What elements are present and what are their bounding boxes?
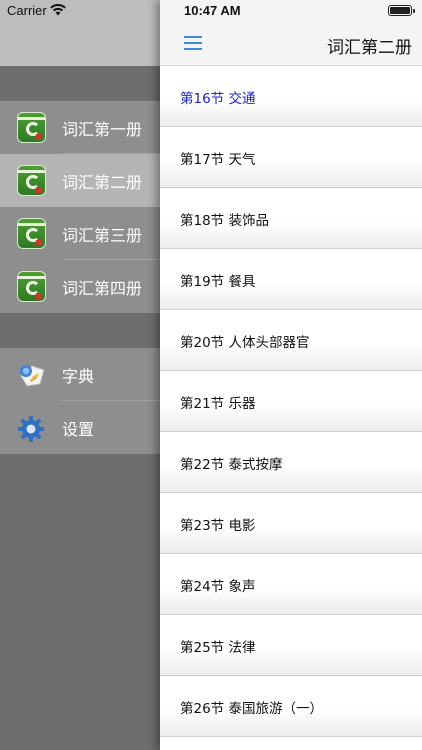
menu-item-book-4[interactable]: 词汇第四册 (0, 260, 160, 313)
menu-item-label: 词汇第四册 (62, 279, 143, 298)
menu-item-dictionary[interactable]: 字典 (0, 348, 160, 401)
list-item[interactable]: 第16节 交通 (160, 66, 422, 127)
lesson-list: 第16节 交通 第17节 天气 第18节 装饰品 第19节 餐具 第20节 人体… (160, 66, 422, 737)
lesson-label: 第25节 法律 (180, 640, 256, 656)
lesson-label: 第17节 天气 (180, 152, 256, 168)
lesson-label: 第20节 人体头部器官 (180, 335, 310, 351)
list-item[interactable]: 第20节 人体头部器官 (160, 310, 422, 371)
menu-item-book-2[interactable]: 词汇第二册 (0, 154, 160, 207)
list-item[interactable]: 第19节 餐具 (160, 249, 422, 310)
hamburger-icon[interactable] (184, 36, 202, 50)
status-bar-left: Carrier (0, 0, 160, 66)
vocabulary-book-icon (17, 271, 46, 302)
carrier-label: Carrier (7, 3, 47, 18)
list-item[interactable]: 第25节 法律 (160, 615, 422, 676)
lesson-label: 第16节 交通 (180, 91, 256, 107)
menu-item-label: 字典 (62, 367, 95, 386)
gear-icon (18, 416, 44, 442)
lesson-label: 第19节 餐具 (180, 274, 256, 290)
lesson-label: 第21节 乐器 (180, 396, 256, 412)
tools-menu-group: 字典 设置 (0, 348, 160, 454)
status-time: 10:47 AM (184, 3, 241, 18)
list-item[interactable]: 第22节 泰式按摩 (160, 432, 422, 493)
wifi-icon (50, 4, 66, 16)
side-menu: Carrier 词汇第一册 词汇第二册 词汇第三册 词汇第四册 字典 设置 (0, 0, 160, 750)
menu-item-label: 词汇第二册 (62, 173, 143, 192)
list-item[interactable]: 第17节 天气 (160, 127, 422, 188)
list-item[interactable]: 第24节 象声 (160, 554, 422, 615)
menu-item-label: 词汇第一册 (62, 120, 143, 139)
menu-item-label: 设置 (62, 420, 95, 439)
list-item[interactable]: 第18节 装饰品 (160, 188, 422, 249)
lesson-label: 第26节 泰国旅游（一） (180, 701, 323, 717)
menu-item-book-3[interactable]: 词汇第三册 (0, 207, 160, 260)
navigation-bar: 10:47 AM 词汇第二册 (160, 0, 422, 66)
list-item[interactable]: 第23节 电影 (160, 493, 422, 554)
list-item[interactable]: 第21节 乐器 (160, 371, 422, 432)
vocabulary-book-icon (17, 112, 46, 143)
list-item[interactable]: 第26节 泰国旅游（一） (160, 676, 422, 737)
book-menu-group: 词汇第一册 词汇第二册 词汇第三册 词汇第四册 (0, 101, 160, 313)
menu-item-label: 词汇第三册 (62, 226, 143, 245)
vocabulary-book-icon (17, 165, 46, 196)
menu-item-book-1[interactable]: 词汇第一册 (0, 101, 160, 154)
lesson-label: 第23节 电影 (180, 518, 256, 534)
content-panel: 10:47 AM 词汇第二册 第16节 交通 第17节 天气 第18节 装饰品 … (160, 0, 422, 750)
dictionary-icon (20, 365, 45, 387)
lesson-label: 第18节 装饰品 (180, 213, 269, 229)
lesson-label: 第22节 泰式按摩 (180, 457, 283, 473)
vocabulary-book-icon (17, 218, 46, 249)
lesson-label: 第24节 象声 (180, 579, 256, 595)
page-title: 词汇第二册 (327, 38, 412, 58)
menu-item-settings[interactable]: 设置 (0, 401, 160, 454)
battery-icon (388, 5, 415, 16)
